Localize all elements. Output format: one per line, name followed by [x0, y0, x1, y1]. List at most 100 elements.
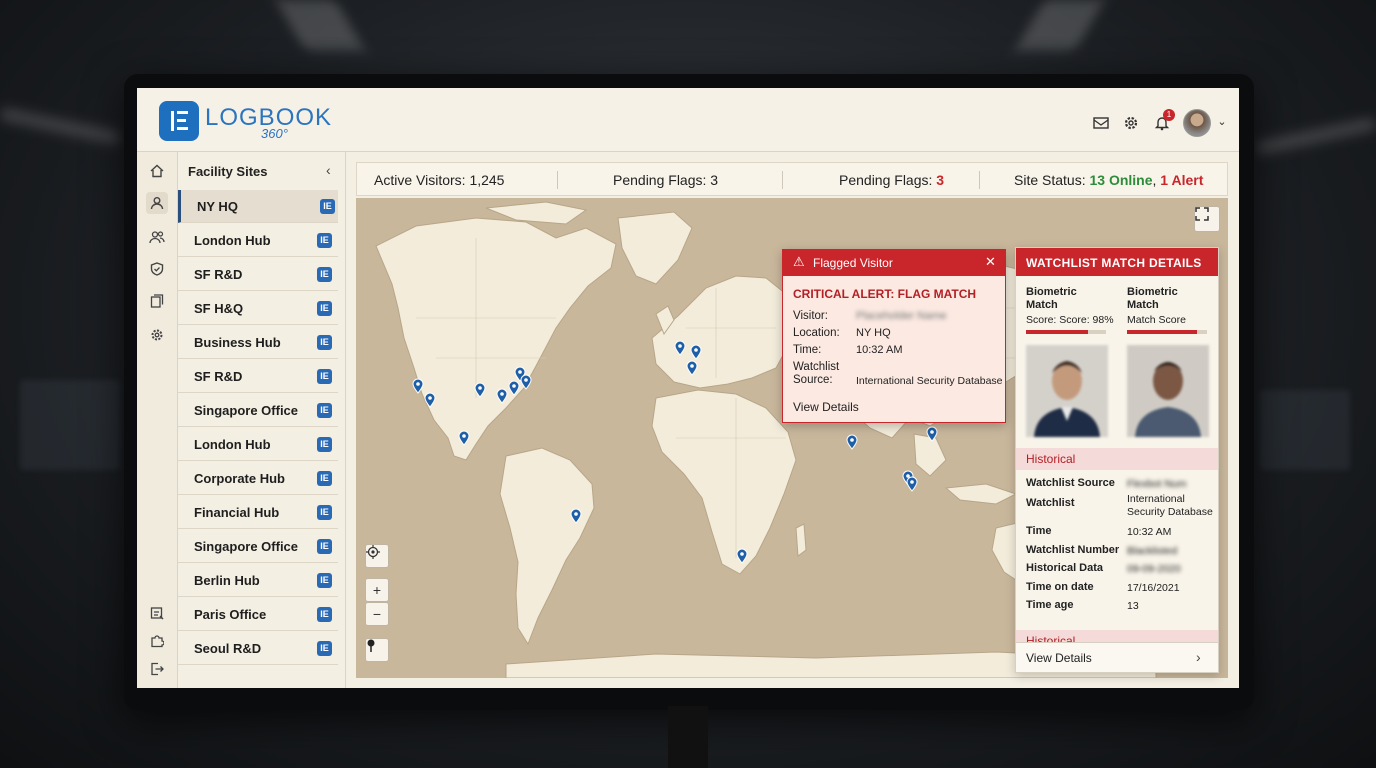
users-icon[interactable] — [146, 226, 168, 248]
map-pin-icon[interactable] — [690, 344, 702, 360]
site-item[interactable]: Business Hub IE — [178, 326, 338, 359]
site-item-label: London Hub — [194, 233, 271, 248]
background-monitor — [1260, 390, 1350, 470]
fullscreen-icon — [1195, 207, 1209, 221]
logbook-logo-icon[interactable] — [159, 101, 199, 141]
site-item[interactable]: Singapore Office IE — [178, 394, 338, 427]
map-pin-icon — [367, 639, 375, 652]
site-logo-icon[interactable]: IE — [317, 233, 332, 248]
site-item[interactable]: London Hub IE — [178, 224, 338, 257]
map-pin-icon[interactable] — [906, 476, 918, 492]
avatar[interactable] — [1183, 109, 1211, 137]
divider — [557, 171, 558, 189]
site-logo-icon[interactable]: IE — [317, 369, 332, 384]
site-logo-icon[interactable]: IE — [317, 641, 332, 656]
location-value: NY HQ — [856, 327, 891, 339]
map-pin-icon[interactable] — [846, 434, 858, 450]
time-value: 10:32 AM — [856, 344, 903, 356]
detail-label: Time on date — [1026, 581, 1094, 593]
documents-icon[interactable] — [146, 290, 168, 312]
historical-section-header: Historical — [1016, 448, 1218, 470]
map-pin-icon[interactable] — [736, 548, 748, 564]
biometric-score-bar-2 — [1127, 330, 1207, 334]
map-pin-icon[interactable] — [412, 378, 424, 394]
site-item-label: SF R&D — [194, 267, 243, 282]
detail-label: Watchlist — [1026, 497, 1075, 509]
site-item[interactable]: Singapore Office IE — [178, 530, 338, 563]
site-logo-icon[interactable]: IE — [317, 267, 332, 282]
map-pin-icon[interactable] — [686, 360, 698, 376]
site-logo-icon[interactable]: IE — [317, 607, 332, 622]
map-pin-icon[interactable] — [496, 388, 508, 404]
flagged-visitor-header: ⚠ Flagged Visitor ✕ — [783, 250, 1005, 276]
site-logo-icon[interactable]: IE — [317, 539, 332, 554]
site-item-label: Paris Office — [194, 607, 267, 622]
biometric-score-2: Match Score — [1127, 314, 1186, 326]
visitor-photo[interactable] — [1026, 345, 1108, 437]
logout-icon[interactable] — [146, 658, 168, 680]
landmass-indonesia — [944, 483, 1018, 505]
site-item[interactable]: Seoul R&D IE — [178, 632, 338, 665]
gear-icon[interactable] — [1122, 114, 1140, 132]
puzzle-icon[interactable] — [146, 630, 168, 652]
home-icon[interactable] — [146, 160, 168, 182]
zoom-in-button[interactable]: + — [365, 578, 389, 602]
site-item[interactable]: Berlin Hub IE — [178, 564, 338, 597]
map-pin-icon[interactable] — [424, 392, 436, 408]
zoom-out-button[interactable]: − — [365, 602, 389, 626]
site-item[interactable]: SF R&D IE — [178, 360, 338, 393]
site-item[interactable]: Paris Office IE — [178, 598, 338, 631]
map-pin-icon[interactable] — [570, 508, 582, 524]
site-logo-icon[interactable]: IE — [317, 335, 332, 350]
site-item[interactable]: Corporate Hub IE — [178, 462, 338, 495]
flagged-visitor-popup: ⚠ Flagged Visitor ✕ CRITICAL ALERT: FLAG… — [782, 249, 1006, 423]
facility-sites-panel: Facility Sites ‹ NY HQ IE London Hub IE SF R… — [178, 152, 346, 688]
site-logo-icon[interactable]: IE — [317, 301, 332, 316]
fullscreen-button[interactable] — [1194, 206, 1220, 232]
close-icon[interactable]: ✕ — [985, 254, 996, 270]
detail-value: 10:32 AM — [1127, 526, 1172, 538]
stats-bar: Active Visitors: 1,245 Pending Flags: 3 … — [356, 162, 1228, 196]
site-logo-icon[interactable]: IE — [317, 505, 332, 520]
watchlist-photo[interactable] — [1127, 345, 1209, 437]
pin-drop-button[interactable] — [365, 638, 389, 662]
biometric-label-line2: Match — [1127, 299, 1159, 311]
view-details-link[interactable]: View Details — [793, 400, 859, 414]
site-item[interactable]: Financial Hub IE — [178, 496, 338, 529]
site-item[interactable]: London Hub IE — [178, 428, 338, 461]
detail-label: Time age — [1026, 599, 1074, 611]
map-pin-icon[interactable] — [674, 340, 686, 356]
app-header: LOGBOOK 360° 1 ⌄ — [137, 88, 1239, 152]
shield-icon[interactable] — [146, 258, 168, 280]
site-item[interactable]: SF H&Q IE — [178, 292, 338, 325]
site-logo-icon[interactable]: IE — [317, 573, 332, 588]
map-pin-icon[interactable] — [508, 380, 520, 396]
site-item-label: Financial Hub — [194, 505, 280, 520]
watchlist-footer[interactable]: View Details › — [1016, 642, 1218, 672]
divider — [782, 171, 783, 189]
site-item[interactable]: SF R&D IE — [178, 258, 338, 291]
map-pin-icon[interactable] — [926, 426, 938, 442]
collapse-chevron-icon[interactable]: ‹ — [326, 162, 331, 178]
chevron-down-icon[interactable]: ⌄ — [1213, 112, 1231, 130]
user-icon[interactable] — [146, 192, 168, 214]
monitor-stand — [668, 706, 708, 768]
watchlist-source-label-2: Source: — [793, 374, 833, 386]
site-item[interactable]: NY HQ IE — [178, 190, 338, 223]
site-logo-icon[interactable]: IE — [317, 437, 332, 452]
locate-button[interactable] — [365, 544, 389, 568]
map-pin-icon[interactable] — [520, 374, 532, 390]
map-pin-icon[interactable] — [458, 430, 470, 446]
ceiling-light — [275, 0, 365, 50]
report-icon[interactable] — [146, 602, 168, 624]
mail-icon[interactable] — [1092, 114, 1110, 132]
site-logo-icon[interactable]: IE — [317, 471, 332, 486]
map-pin-icon[interactable] — [474, 382, 486, 398]
site-logo-icon[interactable]: IE — [317, 403, 332, 418]
pending-flags-alert-value: 3 — [936, 172, 945, 188]
biometric-score-fill-1 — [1026, 330, 1088, 334]
settings-icon[interactable] — [146, 324, 168, 346]
site-logo-icon[interactable]: IE — [320, 199, 335, 214]
view-details-link[interactable]: View Details — [1026, 651, 1092, 665]
pending-flags-stat: Pending Flags: 3 — [613, 172, 718, 188]
